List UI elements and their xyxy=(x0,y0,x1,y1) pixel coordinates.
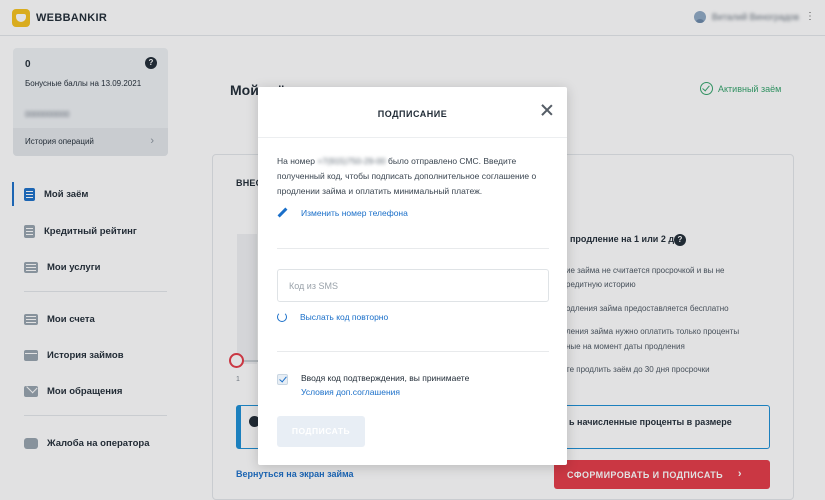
close-icon[interactable] xyxy=(540,103,554,117)
agreement-terms-link[interactable]: Условия доп.соглашения xyxy=(301,387,400,397)
pencil-icon xyxy=(277,208,287,218)
sign-button[interactable]: ПОДПИСАТЬ xyxy=(277,416,365,447)
sms-prefix: На номер xyxy=(277,156,315,166)
change-phone-label: Изменить номер телефона xyxy=(301,208,408,218)
sms-suffix: было отправлено СМС. Введите полученный … xyxy=(277,156,537,196)
modal-title: ПОДПИСАНИЕ xyxy=(377,109,448,119)
agreement-text: Вводя код подтверждения, вы принимаете xyxy=(301,373,470,383)
modal-divider xyxy=(277,248,549,249)
change-phone-link[interactable]: Изменить номер телефона xyxy=(277,208,408,218)
agreement-checkbox[interactable] xyxy=(277,374,288,385)
sms-instructions: На номер +7(915)750-29-00 было отправлен… xyxy=(277,154,552,199)
resend-code-label: Выслать код повторно xyxy=(300,312,389,322)
phone-number: +7(915)750-29-00 xyxy=(317,156,386,166)
refresh-icon xyxy=(277,312,287,322)
sms-code-input[interactable] xyxy=(277,269,549,302)
signing-modal: ПОДПИСАНИЕ На номер +7(915)750-29-00 был… xyxy=(258,87,567,465)
resend-code-link[interactable]: Выслать код повторно xyxy=(277,312,388,322)
modal-divider xyxy=(277,351,549,352)
modal-divider xyxy=(258,137,567,138)
